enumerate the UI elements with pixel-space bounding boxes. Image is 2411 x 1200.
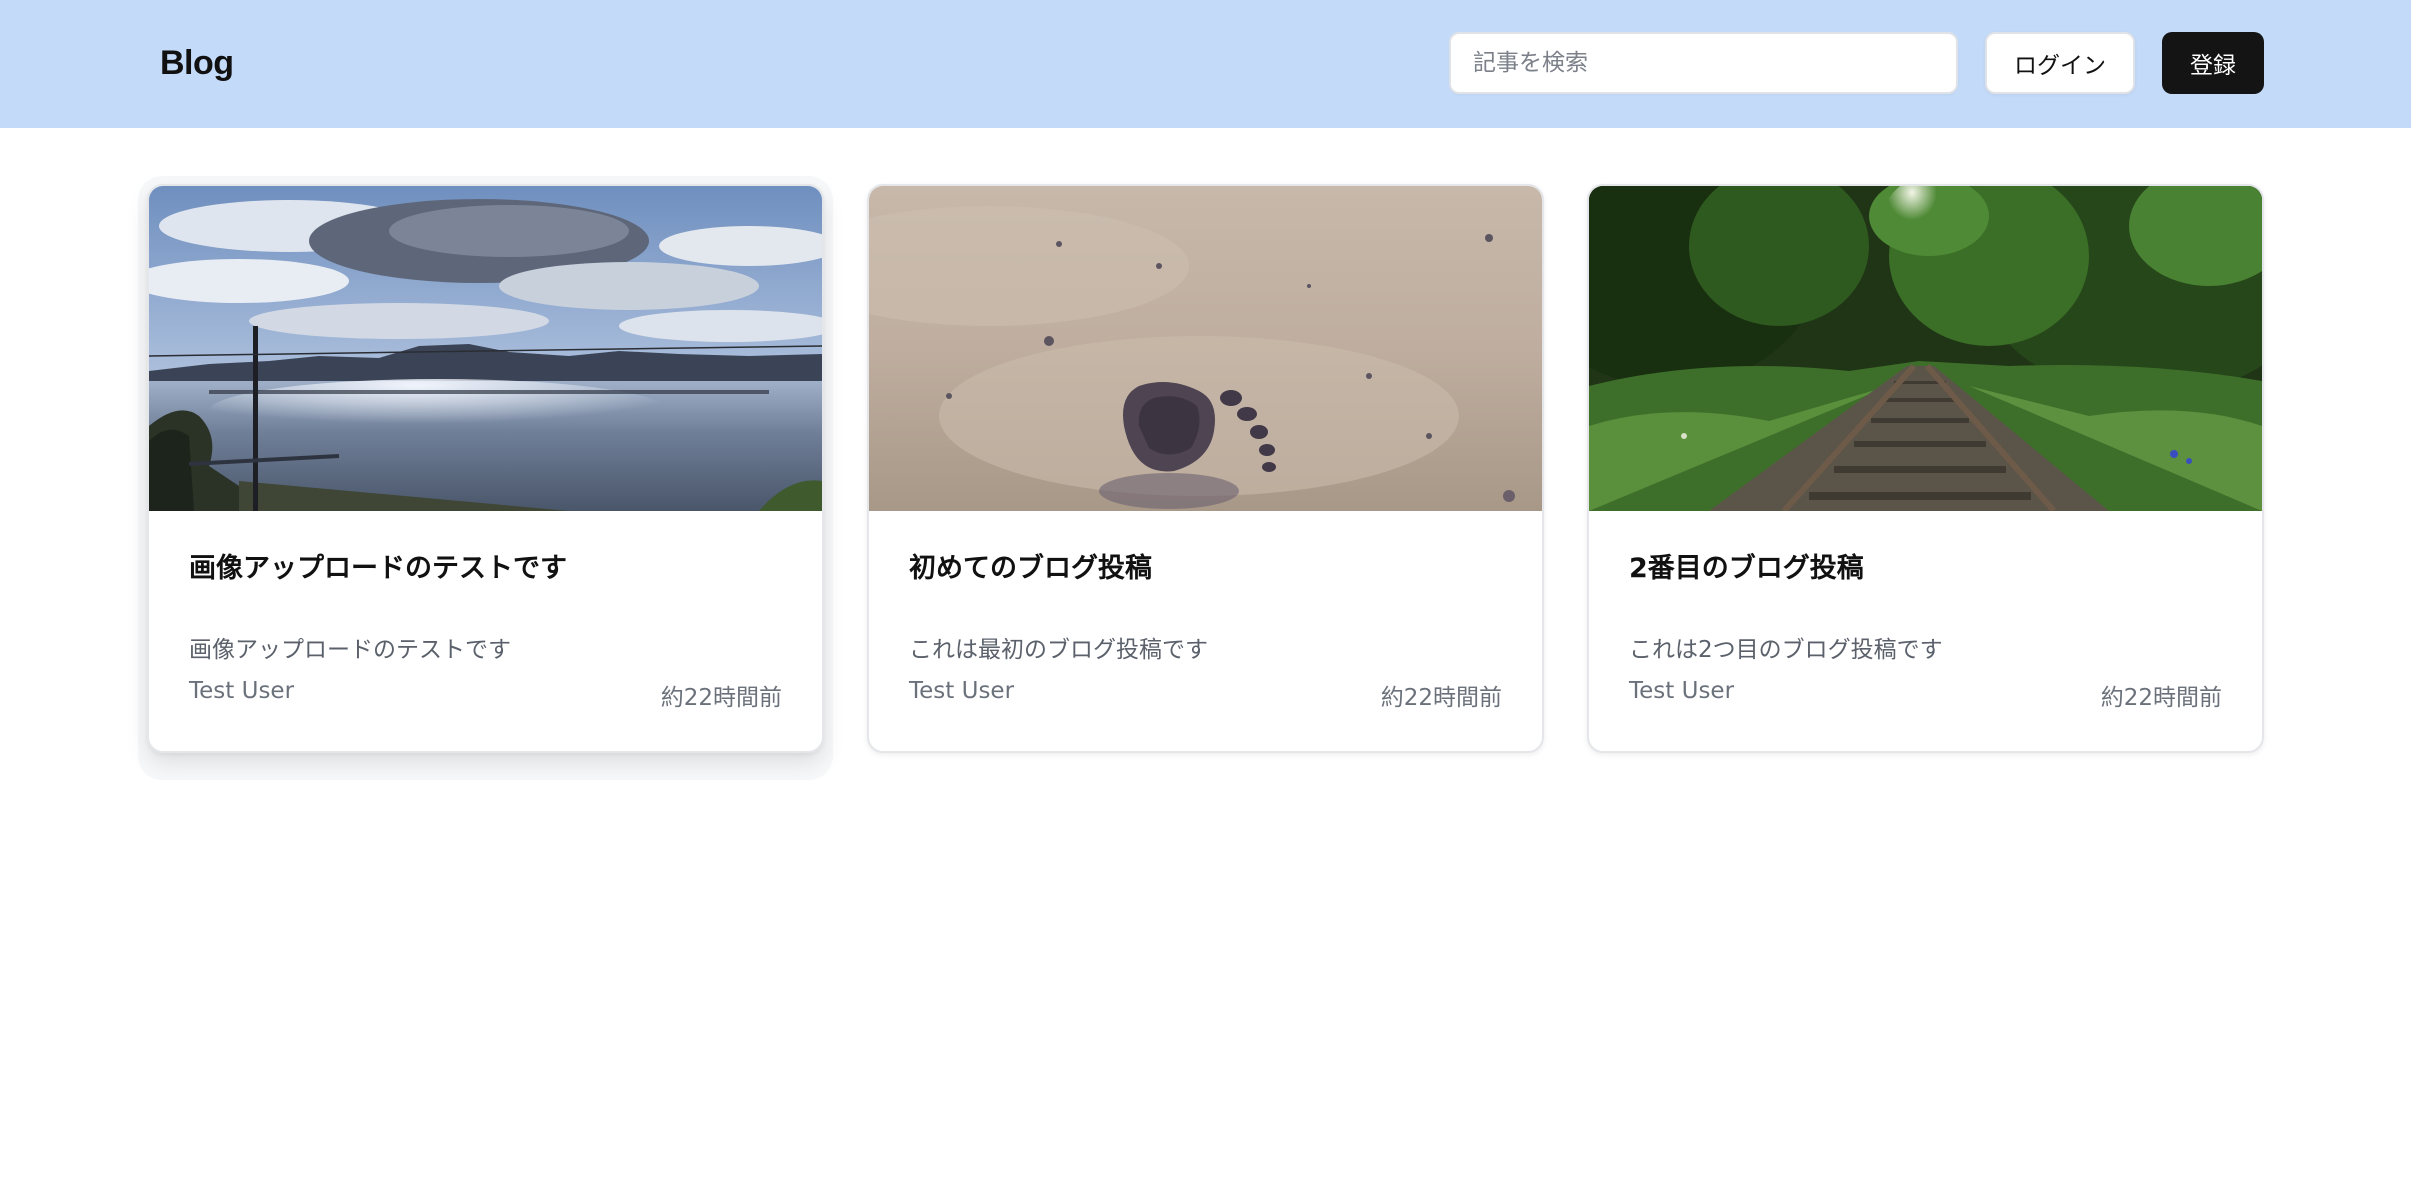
search-input[interactable] — [1451, 34, 1956, 92]
search-box[interactable] — [1449, 32, 1958, 94]
post-time: 約22時間前 — [660, 685, 782, 711]
post-thumbnail-sand[interactable] — [869, 186, 1542, 511]
post-card[interactable]: 画像アップロードのテストです 画像アップロードのテストです Test User … — [147, 184, 824, 753]
post-card[interactable]: 2番目のブログ投稿 これは2つ目のブログ投稿です Test User 約22時間… — [1587, 184, 2264, 753]
footprint-in-sand-photo — [869, 186, 1542, 511]
post-title[interactable]: 2番目のブログ投稿 — [1629, 546, 1864, 585]
post-author: Test User — [909, 678, 1015, 704]
post-time: 約22時間前 — [1380, 685, 1502, 711]
site-logo[interactable]: Blog — [160, 40, 234, 86]
lake-landscape-photo — [149, 186, 822, 511]
post-card[interactable]: 初めてのブログ投稿 これは最初のブログ投稿です Test User 約22時間前 — [867, 184, 1544, 753]
post-time: 約22時間前 — [2100, 685, 2222, 711]
site-header: Blog ログイン 登録 — [0, 0, 2411, 128]
post-author: Test User — [1629, 678, 1735, 704]
railway-tracks-forest-photo — [1589, 186, 2262, 511]
post-description: 画像アップロードのテストです — [189, 637, 511, 663]
post-thumbnail-lake[interactable] — [149, 186, 822, 511]
post-title[interactable]: 画像アップロードのテストです — [189, 546, 567, 585]
register-button[interactable]: 登録 — [2162, 32, 2264, 94]
post-description: これは2つ目のブログ投稿です — [1629, 637, 1943, 663]
post-thumbnail-railway[interactable] — [1589, 186, 2262, 511]
post-title[interactable]: 初めてのブログ投稿 — [909, 546, 1152, 585]
login-button[interactable]: ログイン — [1985, 32, 2135, 94]
post-description: これは最初のブログ投稿です — [909, 637, 1208, 663]
post-author: Test User — [189, 678, 295, 704]
